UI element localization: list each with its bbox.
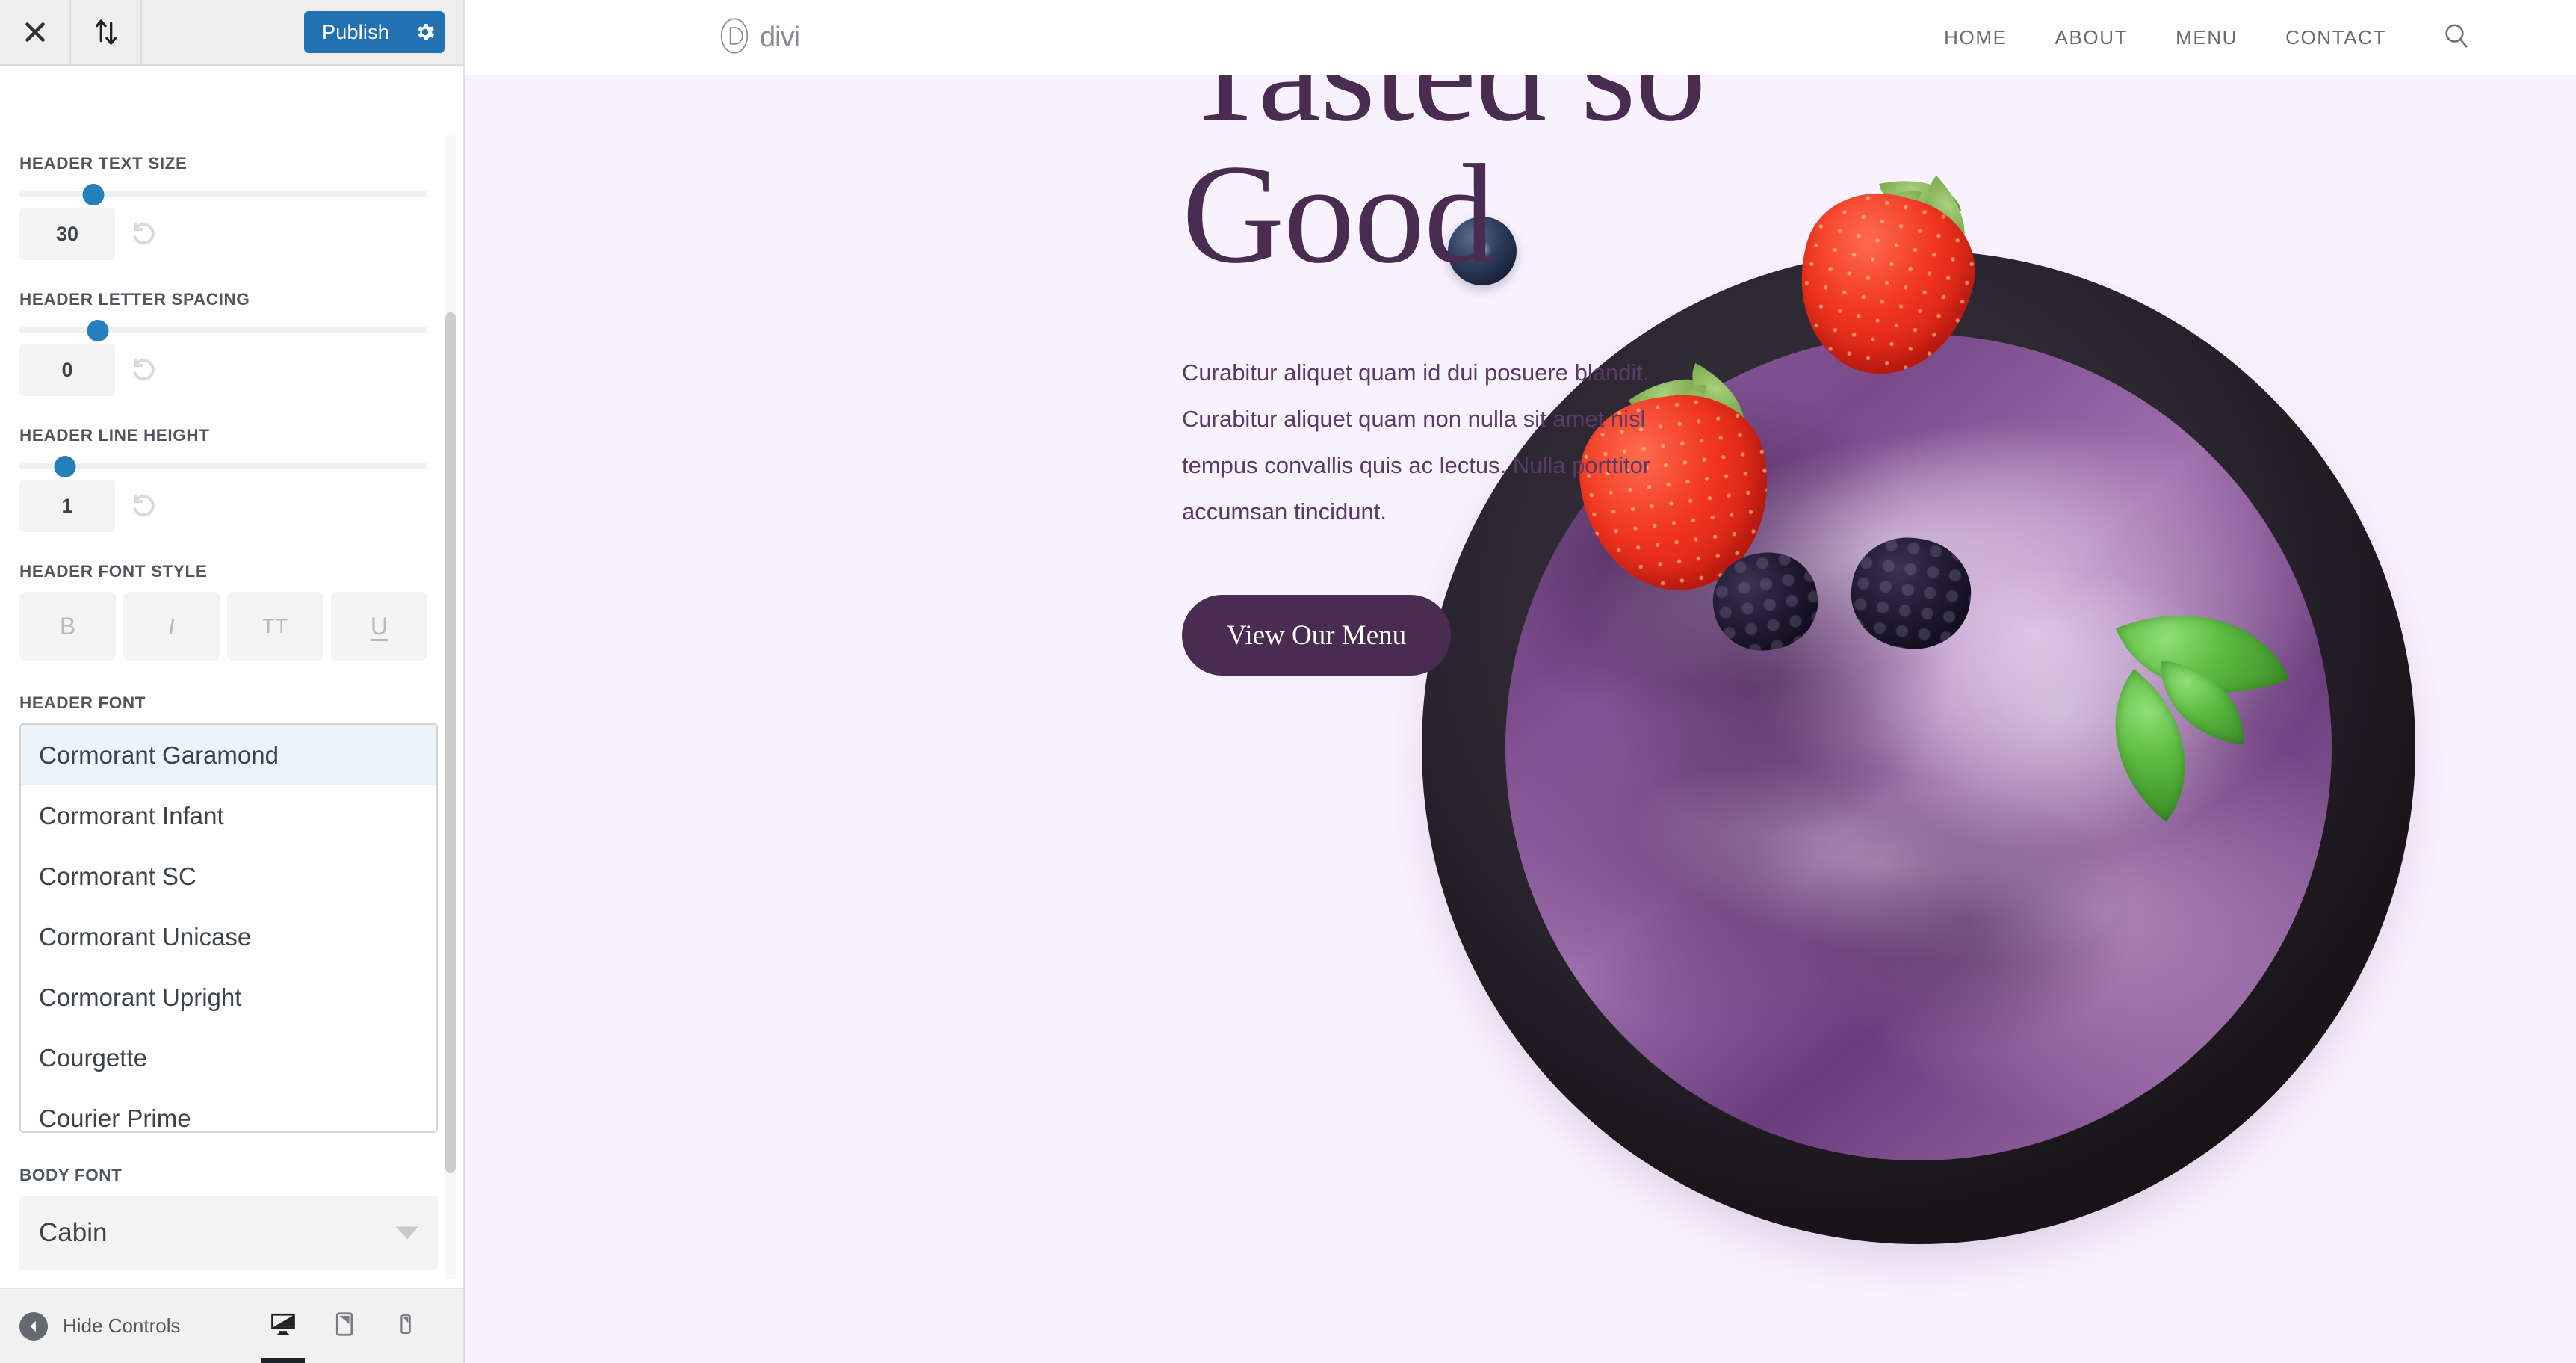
- swirl: [1786, 780, 2150, 1062]
- site-navigation: HOME ABOUT MENU CONTACT: [1944, 21, 2576, 55]
- device-mobile-button[interactable]: [375, 1289, 436, 1363]
- slider-track: [19, 327, 427, 333]
- device-preview-switcher: [253, 1289, 465, 1363]
- desktop-icon: [268, 1309, 298, 1343]
- theme-customizer-panel: Publish HEADER TEXT SIZE 30 HEADER LETTE…: [0, 0, 465, 1363]
- font-style-buttons: B I TT U: [19, 592, 432, 661]
- undo-icon[interactable]: [129, 355, 158, 385]
- mobile-icon: [394, 1311, 417, 1341]
- control-header-line-height: HEADER LINE HEIGHT 1: [19, 426, 432, 532]
- font-option-cormorant-upright[interactable]: Cormorant Upright: [21, 967, 436, 1027]
- control-label: HEADER LINE HEIGHT: [19, 426, 210, 445]
- font-option-cormorant-sc[interactable]: Cormorant SC: [21, 846, 436, 906]
- control-label: HEADER FONT: [19, 693, 146, 712]
- reorder-button[interactable]: [71, 0, 142, 64]
- customizer-controls: HEADER TEXT SIZE 30 HEADER LETTER SPACIN…: [0, 66, 451, 1354]
- slider-thumb[interactable]: [82, 184, 105, 205]
- hide-controls-label: Hide Controls: [63, 1314, 181, 1337]
- chevron-left-circle-icon: [19, 1311, 48, 1341]
- site-header: divi HOME ABOUT MENU CONTACT: [465, 0, 2576, 75]
- device-desktop-button[interactable]: [253, 1289, 314, 1363]
- control-label: BODY FONT: [19, 1166, 123, 1184]
- hero-paragraph: Curabitur aliquet quam id dui posuere bl…: [1182, 359, 1651, 525]
- close-icon: [22, 19, 49, 46]
- header-font-listbox[interactable]: Cormorant Garamond Cormorant Infant Corm…: [19, 723, 438, 1133]
- underline-button[interactable]: U: [331, 592, 427, 661]
- control-label: HEADER FONT STYLE: [19, 562, 208, 581]
- control-label: HEADER TEXT SIZE: [19, 154, 188, 173]
- publish-button[interactable]: Publish: [304, 11, 445, 53]
- control-header-font-style: HEADER FONT STYLE B I TT U: [19, 562, 432, 661]
- slider-thumb[interactable]: [54, 456, 76, 477]
- body-font-select[interactable]: Cabin: [19, 1196, 438, 1270]
- header-text-size-slider[interactable]: [19, 184, 432, 205]
- uppercase-button[interactable]: TT: [227, 592, 323, 661]
- nav-item-about[interactable]: ABOUT: [2055, 26, 2128, 49]
- undo-icon[interactable]: [129, 491, 158, 521]
- hero-content: Tasted so Good Curabitur aliquet quam id …: [1182, 1, 1966, 676]
- publish-area: Publish: [304, 0, 465, 64]
- slider-track: [19, 463, 427, 469]
- control-header-text-size: HEADER TEXT SIZE 30: [19, 154, 432, 260]
- chevron-down-icon: [396, 1226, 418, 1240]
- font-option-courgette[interactable]: Courgette: [21, 1027, 436, 1088]
- sort-arrows-icon: [91, 17, 121, 47]
- font-option-courier-prime[interactable]: Courier Prime: [21, 1088, 436, 1132]
- header-letter-spacing-slider[interactable]: [19, 320, 432, 341]
- header-text-size-input[interactable]: 30: [19, 208, 115, 260]
- nav-item-contact[interactable]: CONTACT: [2285, 26, 2386, 49]
- slider-thumb[interactable]: [87, 320, 109, 341]
- gear-icon[interactable]: [406, 11, 445, 53]
- undo-icon[interactable]: [129, 219, 158, 249]
- value-row: 0: [19, 344, 432, 396]
- value-row: 1: [19, 480, 432, 532]
- header-line-height-input[interactable]: 1: [19, 480, 115, 532]
- tablet-icon: [331, 1311, 358, 1341]
- slider-track: [19, 191, 427, 197]
- divi-logo-icon: [715, 16, 754, 59]
- header-letter-spacing-input[interactable]: 0: [19, 344, 115, 396]
- control-label: HEADER LETTER SPACING: [19, 290, 250, 309]
- bold-button[interactable]: B: [19, 592, 116, 661]
- device-tablet-button[interactable]: [314, 1289, 375, 1363]
- hero-section: Tasted so Good Curabitur aliquet quam id …: [465, 1, 2576, 1363]
- active-device-indicator: [261, 1357, 305, 1363]
- value-row: 30: [19, 208, 432, 260]
- header-line-height-slider[interactable]: [19, 456, 432, 477]
- font-option-cormorant-unicase[interactable]: Cormorant Unicase: [21, 906, 436, 967]
- publish-label: Publish: [322, 20, 389, 43]
- hero-title-line-2: Good: [1182, 136, 1495, 293]
- customizer-bottom-bar: Hide Controls: [0, 1288, 465, 1363]
- customizer-screen: Publish HEADER TEXT SIZE 30 HEADER LETTE…: [0, 0, 2576, 1363]
- customizer-toolbar: Publish: [0, 0, 465, 66]
- italic-button[interactable]: I: [123, 592, 220, 661]
- control-header-font: HEADER FONT Cormorant Garamond Cormorant…: [19, 693, 438, 1133]
- font-option-cormorant-garamond[interactable]: Cormorant Garamond: [21, 725, 436, 785]
- view-our-menu-button[interactable]: View Our Menu: [1182, 595, 1451, 676]
- site-logo-text: divi: [760, 21, 800, 53]
- nav-item-menu[interactable]: MENU: [2176, 26, 2238, 49]
- nav-item-home[interactable]: HOME: [1944, 26, 2007, 49]
- sidebar-scrollbar-thumb[interactable]: [445, 312, 456, 1173]
- search-icon[interactable]: [2442, 21, 2471, 55]
- close-button[interactable]: [0, 0, 71, 64]
- site-logo[interactable]: divi: [465, 16, 800, 59]
- hide-controls-button[interactable]: Hide Controls: [0, 1311, 181, 1341]
- body-font-value: Cabin: [39, 1218, 108, 1247]
- font-option-cormorant-infant[interactable]: Cormorant Infant: [21, 785, 436, 846]
- site-preview: divi HOME ABOUT MENU CONTACT Tasted so G…: [465, 0, 2576, 1363]
- control-header-letter-spacing: HEADER LETTER SPACING 0: [19, 290, 432, 396]
- control-body-font: BODY FONT Cabin: [19, 1166, 438, 1270]
- customizer-scroll-body: HEADER TEXT SIZE 30 HEADER LETTER SPACIN…: [0, 66, 465, 1354]
